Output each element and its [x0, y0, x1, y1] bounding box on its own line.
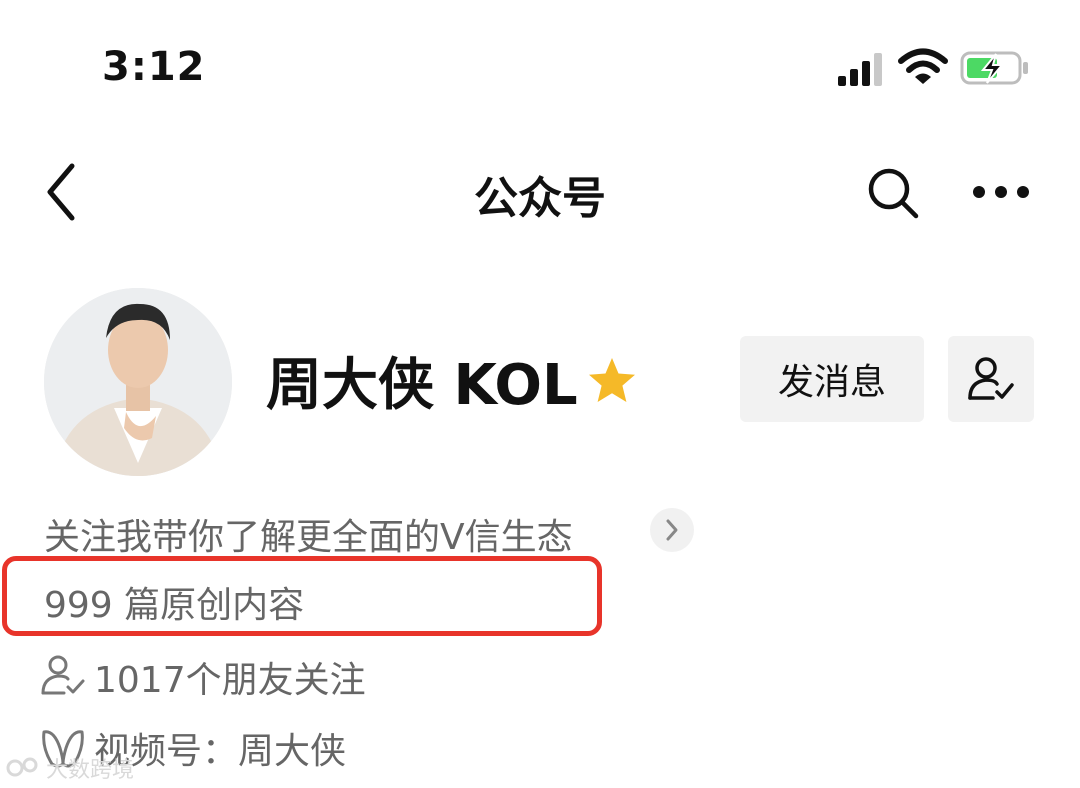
friends-following[interactable]: 1017个朋友关注 [94, 651, 366, 703]
signal-icon [838, 53, 882, 86]
follow-button[interactable] [948, 336, 1034, 422]
account-name-row: 周大侠 KOL [266, 340, 638, 421]
wifi-icon [898, 48, 948, 84]
description-arrow-button[interactable] [650, 508, 694, 552]
send-message-button[interactable]: 发消息 [740, 336, 924, 422]
friends-icon [41, 655, 85, 695]
status-time: 3:12 [102, 44, 206, 90]
watermark-logo-icon [6, 757, 38, 777]
search-icon[interactable] [866, 166, 922, 222]
user-check-icon [968, 357, 1014, 400]
star-icon [588, 357, 635, 402]
avatar[interactable] [44, 288, 232, 476]
avatar-portrait [44, 288, 232, 476]
watermark: 大数跨境 [6, 752, 134, 784]
watermark-text: 大数跨境 [46, 758, 135, 783]
account-name: 周大侠 KOL [266, 353, 578, 418]
chevron-right-icon [666, 519, 678, 541]
battery-charging-icon [960, 51, 1028, 85]
more-icon[interactable] [972, 180, 1030, 204]
account-description[interactable]: 关注我带你了解更全面的V信生态 [44, 508, 573, 560]
original-articles-count[interactable]: 999 篇原创内容 [44, 576, 304, 628]
